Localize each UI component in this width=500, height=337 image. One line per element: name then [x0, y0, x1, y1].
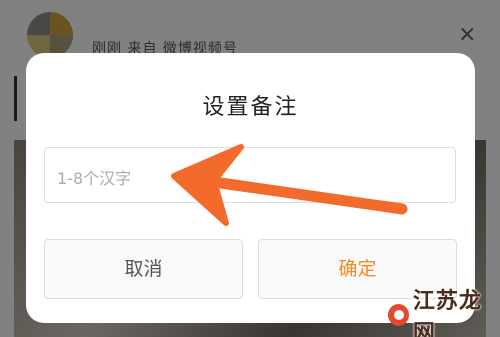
- dialog-title: 设置备注: [202, 95, 299, 120]
- watermark-logo-icon: [388, 304, 409, 326]
- remark-input-placeholder: 1-8个汉字: [57, 169, 132, 188]
- watermark: 江苏龙网: [388, 283, 500, 337]
- remark-input[interactable]: 1-8个汉字: [44, 147, 456, 203]
- cancel-button[interactable]: 取消: [44, 239, 243, 299]
- watermark-text: 江苏龙网: [412, 289, 482, 337]
